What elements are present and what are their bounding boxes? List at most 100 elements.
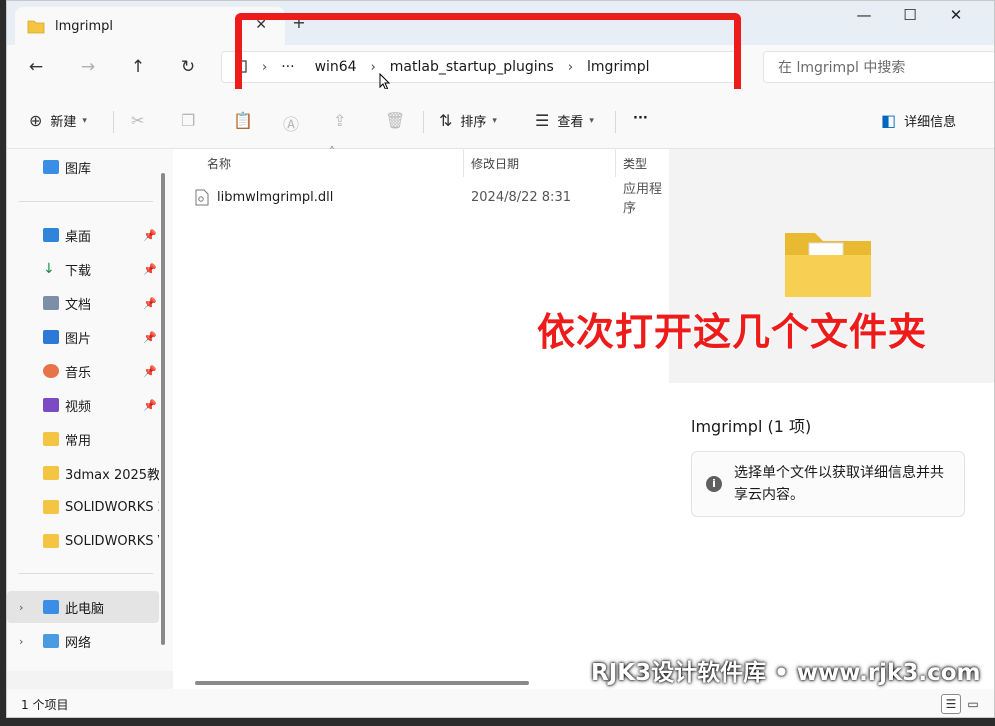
details-button-label: 详细信息 (904, 115, 957, 130)
search-input[interactable]: 在 lmgrimpl 中搜索 (763, 51, 994, 83)
folder-icon (43, 432, 59, 446)
sidebar-item-label: 下载 (65, 263, 92, 279)
breadcrumb-separator: › (262, 59, 268, 75)
sidebar-item-label: 3dmax 2025教 (65, 467, 159, 483)
sidebar-item-3dmax[interactable]: 3dmax 2025教 (7, 457, 159, 489)
breadcrumb-more-button[interactable]: ··· (281, 59, 294, 75)
tiles-view-icon: ▭ (967, 697, 979, 711)
gallery-icon (43, 160, 59, 174)
clipboard-icon: 📋 (233, 111, 253, 130)
chevron-right-icon[interactable]: › (19, 635, 23, 648)
column-header-name[interactable]: 名称 (207, 155, 231, 172)
sidebar-item-label: SOLIDWORKS 2 (65, 499, 159, 515)
sidebar-item-solidworks-2[interactable]: SOLIDWORKS V (7, 525, 159, 557)
column-header-date[interactable]: 修改日期 (471, 155, 519, 172)
column-divider[interactable] (615, 149, 616, 177)
sidebar-item-label: 音乐 (65, 365, 92, 381)
sidebar-item-solidworks-1[interactable]: SOLIDWORKS 2 (7, 491, 159, 523)
sidebar-item-common[interactable]: 常用 (7, 423, 159, 455)
cut-button[interactable]: ✂ (131, 111, 152, 130)
sidebar-item-label: 常用 (65, 433, 92, 449)
horizontal-scrollbar[interactable] (195, 681, 529, 685)
file-name: libmwlmgrimpl.dll (217, 189, 334, 205)
back-button[interactable]: ← (21, 53, 51, 81)
address-bar[interactable]: › ··· win64 › matlab_startup_plugins › l… (221, 51, 741, 83)
view-button-label: 查看 (557, 115, 584, 130)
forward-button[interactable]: → (73, 53, 103, 81)
maximize-button[interactable]: ☐ (887, 1, 933, 29)
desktop-icon (43, 228, 59, 242)
more-options-button[interactable]: ··· (633, 111, 648, 126)
tab-title: lmgrimpl (55, 18, 114, 34)
sidebar-scrollbar[interactable] (161, 173, 165, 645)
download-icon: ↓ (43, 261, 55, 277)
navigation-pane: 图库 桌面 📌 ↓ 下载 📌 文档 📌 图片 📌 音乐 📌 视频 📌 常用 3d… (7, 149, 173, 671)
refresh-button[interactable]: ↻ (173, 53, 203, 81)
column-header-type[interactable]: 类型 (623, 155, 647, 172)
info-card: i 选择单个文件以获取详细信息并共享云内容。 (691, 451, 965, 517)
item-count: 1 个项目 (21, 698, 69, 712)
monitor-icon (237, 60, 247, 73)
details-pane-icon: ◧ (881, 111, 897, 130)
details-pane-button[interactable]: ◧ 详细信息 (881, 111, 956, 130)
sidebar-item-downloads[interactable]: ↓ 下载 📌 (7, 253, 159, 285)
details-view-button[interactable]: ☰ (941, 694, 961, 714)
copy-button[interactable]: ❐ (181, 111, 203, 130)
sidebar-item-videos[interactable]: 视频 📌 (7, 389, 159, 421)
divider (113, 111, 114, 133)
file-date: 2024/8/22 8:31 (471, 189, 571, 205)
tiles-view-button[interactable]: ▭ (963, 694, 983, 714)
sidebar-item-label: 视频 (65, 399, 92, 415)
paste-button[interactable]: 📋 (233, 111, 261, 130)
sidebar-item-label: 图库 (65, 161, 92, 177)
video-icon (43, 398, 59, 412)
chevron-right-icon[interactable]: › (19, 601, 23, 614)
tab-close-icon[interactable]: ✕ (255, 17, 267, 33)
share-button[interactable]: ⇪ (333, 111, 354, 130)
sidebar-item-label: 文档 (65, 297, 92, 313)
divider (19, 201, 153, 202)
up-button[interactable]: ↑ (123, 53, 153, 81)
breadcrumb-lmgrimpl[interactable]: lmgrimpl (587, 59, 649, 75)
music-icon (43, 364, 59, 378)
breadcrumb-win64[interactable]: win64 (315, 59, 357, 75)
folder-icon (43, 466, 59, 480)
pin-icon: 📌 (143, 330, 157, 344)
network-icon (43, 634, 59, 648)
divider (423, 111, 424, 133)
sort-button[interactable]: ⇅ 排序 ▾ (439, 111, 497, 130)
sidebar-item-pictures[interactable]: 图片 📌 (7, 321, 159, 353)
new-button[interactable]: ⊕ 新建 ▾ (29, 111, 87, 130)
computer-icon (43, 600, 59, 614)
view-button[interactable]: ☰ 查看 ▾ (535, 111, 594, 130)
tab-lmgrimpl[interactable]: lmgrimpl ✕ (15, 7, 285, 45)
list-view-icon: ☰ (535, 111, 550, 130)
details-pane: lmgrimpl (1 项) i 选择单个文件以获取详细信息并共享云内容。 (669, 149, 994, 689)
sidebar-item-desktop[interactable]: 桌面 📌 (7, 219, 159, 251)
folder-icon (43, 500, 59, 514)
chevron-down-icon: ▾ (492, 115, 497, 126)
new-tab-button[interactable]: + (287, 13, 311, 32)
close-button[interactable]: ✕ (933, 1, 979, 29)
sidebar-item-music[interactable]: 音乐 📌 (7, 355, 159, 387)
breadcrumb-separator[interactable]: › (371, 60, 376, 75)
delete-button[interactable]: 🗑 (385, 111, 413, 130)
sidebar-item-documents[interactable]: 文档 📌 (7, 287, 159, 319)
divider (615, 111, 616, 133)
rename-button[interactable]: Ⓐ (283, 111, 307, 135)
breadcrumb-separator[interactable]: › (568, 60, 573, 75)
sidebar-item-gallery[interactable]: 图库 (7, 151, 159, 183)
column-divider[interactable] (463, 149, 464, 177)
info-text: 选择单个文件以获取详细信息并共享云内容。 (734, 465, 944, 503)
pin-icon: 📌 (143, 228, 157, 242)
file-row[interactable]: libmwlmgrimpl.dll 2024/8/22 8:31 应用程序 (195, 182, 667, 216)
sidebar-item-this-pc[interactable]: › 此电脑 (7, 591, 159, 623)
plus-circle-icon: ⊕ (29, 111, 43, 130)
breadcrumb-matlab-startup-plugins[interactable]: matlab_startup_plugins (390, 59, 554, 75)
sidebar-item-network[interactable]: › 网络 (7, 625, 159, 657)
minimize-button[interactable]: — (841, 1, 887, 29)
sidebar-item-label: 网络 (65, 635, 92, 651)
share-icon: ⇪ (333, 111, 347, 130)
rename-icon: Ⓐ (283, 115, 300, 134)
trash-icon: 🗑 (385, 111, 406, 130)
